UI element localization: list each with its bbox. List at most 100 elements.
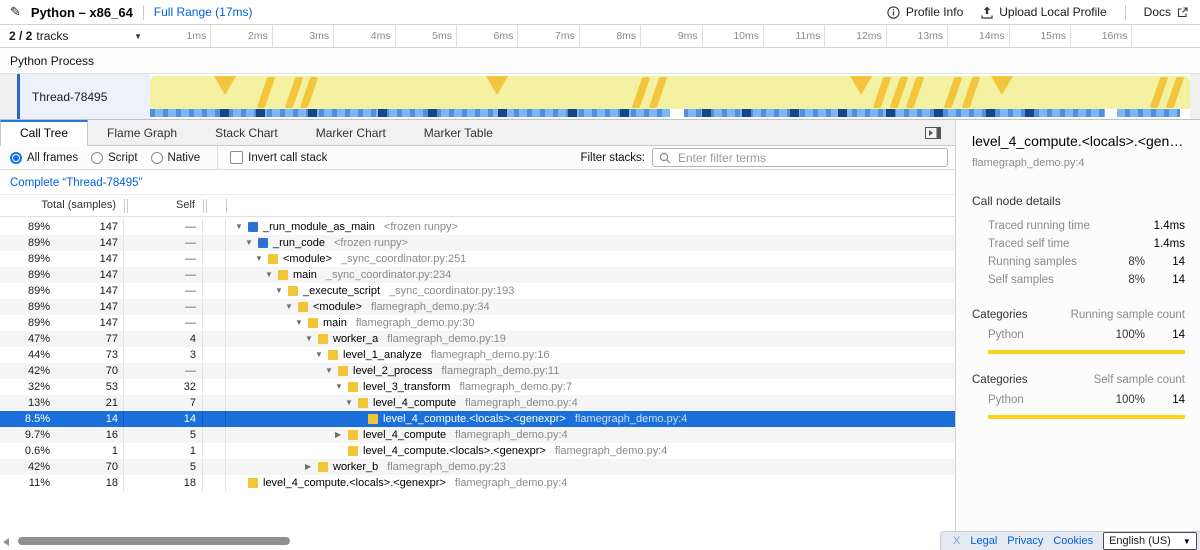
call-tree-row[interactable]: 89%147—▼mainflamegraph_demo.py:30 [0, 315, 955, 331]
call-tree-row[interactable]: 42%705▶worker_bflamegraph_demo.py:23 [0, 459, 955, 475]
expand-closed-icon[interactable]: ▶ [335, 427, 348, 443]
expand-open-icon[interactable]: ▼ [345, 395, 358, 411]
column-self[interactable]: Self [128, 199, 195, 211]
expand-open-icon[interactable]: ▼ [335, 379, 348, 395]
row-total-samples: 147 [50, 251, 124, 267]
tab-marker-chart[interactable]: Marker Chart [297, 121, 405, 145]
row-self-samples: 7 [124, 395, 203, 411]
row-total-samples: 14 [50, 411, 124, 427]
function-name: <module> [283, 251, 332, 267]
row-spacer-cell [203, 395, 226, 411]
thread-track-graph[interactable] [150, 74, 1190, 119]
radio-native[interactable] [151, 152, 163, 164]
call-tree-row[interactable]: 9.7%165▶level_4_computeflamegraph_demo.p… [0, 427, 955, 443]
radio-label: All frames [27, 152, 78, 164]
call-tree-row[interactable]: 13%217▼level_4_computeflamegraph_demo.py… [0, 395, 955, 411]
upload-profile-button[interactable]: Upload Local Profile [981, 5, 1106, 19]
footer-link-x[interactable]: X [953, 535, 960, 547]
sample-dense-segment [742, 109, 751, 117]
sidebar-toggle-button[interactable] [925, 127, 941, 139]
timeline-ruler[interactable]: 1ms2ms3ms4ms5ms6ms7ms8ms9ms10ms11ms12ms1… [150, 25, 1190, 47]
filter-search-input[interactable] [676, 150, 941, 166]
expand-open-icon[interactable]: ▼ [315, 347, 328, 363]
filter-search-box[interactable] [652, 148, 948, 167]
frame-filter-option-all-frames[interactable]: All frames [10, 152, 78, 164]
invert-call-stack-checkbox[interactable] [230, 151, 243, 164]
expand-open-icon[interactable]: ▼ [235, 219, 248, 235]
thread-track-label[interactable]: Thread-78495 [17, 74, 150, 119]
full-range-button[interactable]: Full Range (17ms) [154, 5, 253, 19]
profile-info-button[interactable]: Profile Info [887, 5, 963, 19]
footer-link-cookies[interactable]: Cookies [1053, 535, 1093, 547]
call-tree-toolbar: All frames Script Native Invert call stack… [0, 146, 955, 170]
thread-name: Thread-78495 [32, 90, 107, 104]
categories-count-label: Self sample count [1094, 374, 1185, 386]
call-tree-row[interactable]: 89%147—▼<module>flamegraph_demo.py:34 [0, 299, 955, 315]
tracks-dropdown-button[interactable]: 2 / 2 tracks ▼ [0, 25, 150, 47]
track-thread-row[interactable]: Thread-78495 [0, 74, 1200, 120]
expand-open-icon[interactable]: ▼ [325, 363, 338, 379]
call-tree-row[interactable]: 89%147—▼_execute_script_sync_coordinator… [0, 283, 955, 299]
expand-open-icon[interactable]: ▼ [275, 283, 288, 299]
row-total-samples: 70 [50, 459, 124, 475]
expand-open-icon[interactable]: ▼ [305, 331, 318, 347]
row-spacer-cell [203, 427, 226, 443]
row-total-percent: 0.6% [0, 443, 50, 459]
file-location: flamegraph_demo.py:4 [555, 443, 668, 459]
row-function-cell: ▼level_4_computeflamegraph_demo.py:4 [226, 395, 955, 411]
call-tree-row[interactable]: 89%147—▼_run_code<frozen runpy> [0, 235, 955, 251]
docs-link[interactable]: Docs [1144, 5, 1188, 19]
call-tree-row[interactable]: 8.5%1414level_4_compute.<locals>.<genexp… [0, 411, 955, 427]
breadcrumb-complete-thread[interactable]: Complete “Thread-78495” [10, 177, 142, 189]
frame-filter-option-script[interactable]: Script [91, 152, 137, 164]
selected-node-title: level_4_compute.<locals>.<genexpr> [972, 133, 1185, 149]
track-python-process[interactable]: Python Process [0, 48, 1200, 74]
timeline-header: 2 / 2 tracks ▼ 1ms2ms3ms4ms5ms6ms7ms8ms9… [0, 25, 1200, 48]
expand-open-icon[interactable]: ▼ [265, 267, 278, 283]
category-color-icon [348, 430, 358, 440]
expand-open-icon[interactable]: ▼ [295, 315, 308, 331]
frame-filter-option-native[interactable]: Native [151, 152, 201, 164]
call-tree-row[interactable]: 89%147—▼<module>_sync_coordinator.py:251 [0, 251, 955, 267]
column-total-samples[interactable]: Total (samples) [0, 199, 116, 211]
call-tree-row[interactable]: 0.6%11level_4_compute.<locals>.<genexpr>… [0, 443, 955, 459]
tab-marker-table[interactable]: Marker Table [405, 121, 512, 145]
call-tree-row[interactable]: 11%1818level_4_compute.<locals>.<genexpr… [0, 475, 955, 491]
radio-all-frames[interactable] [10, 152, 22, 164]
expand-open-icon[interactable]: ▼ [245, 235, 258, 251]
row-total-samples: 147 [50, 315, 124, 331]
row-self-samples: — [124, 283, 203, 299]
call-tree-header: Total (samples) Self [0, 196, 955, 217]
scroll-left-arrow-icon[interactable] [3, 538, 9, 546]
call-tree-row[interactable]: 32%5332▼level_3_transformflamegraph_demo… [0, 379, 955, 395]
tab-call-tree[interactable]: Call Tree [0, 120, 88, 146]
row-total-percent: 13% [0, 395, 50, 411]
call-tree-row[interactable]: 89%147—▼main_sync_coordinator.py:234 [0, 267, 955, 283]
category-percent: 100% [1103, 329, 1145, 341]
edit-profile-name-icon[interactable]: ✎ [10, 4, 21, 20]
expand-closed-icon[interactable]: ▶ [305, 459, 318, 475]
footer-link-legal[interactable]: Legal [970, 535, 997, 547]
scrollbar-thumb[interactable] [18, 537, 290, 545]
call-tree-row[interactable]: 89%147—▼_run_module_as_main<frozen runpy… [0, 219, 955, 235]
external-link-icon [1177, 7, 1188, 18]
marker-triangle-icon [486, 76, 508, 95]
chevron-down-icon: ▼ [134, 32, 142, 41]
sidebar-categories-header: CategoriesSelf sample count [972, 374, 1185, 386]
language-select[interactable]: English (US) ▼ [1103, 532, 1197, 550]
tab-flame-graph[interactable]: Flame Graph [88, 121, 196, 145]
row-spacer-cell [203, 283, 226, 299]
call-tree-row[interactable]: 47%774▼worker_aflamegraph_demo.py:19 [0, 331, 955, 347]
row-total-samples: 147 [50, 283, 124, 299]
category-color-icon [358, 398, 368, 408]
tab-stack-chart[interactable]: Stack Chart [196, 121, 297, 145]
invert-call-stack-option[interactable]: Invert call stack [230, 151, 327, 164]
call-tree-row[interactable]: 44%733▼level_1_analyzeflamegraph_demo.py… [0, 347, 955, 363]
sidebar-detail-row: Running samples8%14 [972, 253, 1185, 271]
radio-script[interactable] [91, 152, 103, 164]
row-self-samples: — [124, 235, 203, 251]
expand-open-icon[interactable]: ▼ [255, 251, 268, 267]
expand-open-icon[interactable]: ▼ [285, 299, 298, 315]
call-tree-row[interactable]: 42%70—▼level_2_processflamegraph_demo.py… [0, 363, 955, 379]
footer-link-privacy[interactable]: Privacy [1007, 535, 1043, 547]
